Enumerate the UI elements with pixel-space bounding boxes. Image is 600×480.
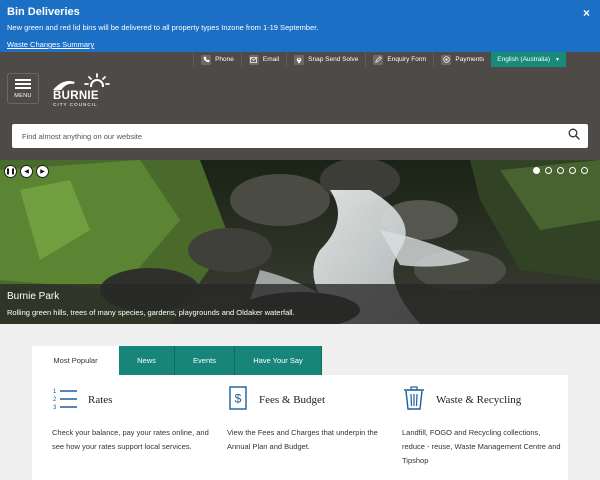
popular-item-text: View the Fees and Charges that underpin … (227, 428, 378, 451)
alert-banner: Bin Deliveries New green and red lid bin… (0, 0, 600, 52)
hero-carousel: ❚❚ ◀ ▶ Burnie Park Rolling green hills, … (0, 160, 600, 324)
svg-text:2: 2 (53, 397, 57, 403)
popular-item-head: 1 2 3 Rates (52, 388, 212, 412)
hamburger-bar (15, 82, 31, 85)
hero-dot[interactable] (581, 167, 588, 174)
previous-icon[interactable]: ◀ (20, 165, 33, 178)
location-pin-icon (294, 54, 305, 65)
bin-icon (402, 385, 426, 415)
tab-most-popular[interactable]: Most Popular (32, 346, 119, 375)
search-input[interactable] (22, 131, 568, 141)
utility-email[interactable]: Email (240, 52, 286, 67)
utility-label: Email (262, 56, 280, 63)
utility-bar: Phone Email Snap Send Solve Enquiry Form… (193, 52, 566, 67)
popular-item-text: Landfill, FOGO and Recycling collections… (402, 428, 561, 465)
council-logo[interactable]: BURNIE CITY COUNCIL (53, 72, 113, 110)
pencil-icon (373, 54, 384, 65)
svg-text:3: 3 (53, 405, 57, 410)
hero-dot[interactable] (557, 167, 564, 174)
utility-enquiry-form[interactable]: Enquiry Form (365, 52, 433, 67)
hero-controls: ❚❚ ◀ ▶ (4, 165, 49, 178)
content-tabs: Most Popular News Events Have Your Say (32, 346, 322, 375)
popular-item-fees-budget[interactable]: $ Fees & Budget View the Fees and Charge… (227, 385, 387, 454)
search-icon[interactable] (568, 127, 580, 145)
utility-phone[interactable]: Phone (193, 52, 241, 67)
popular-item-head: $ Fees & Budget (227, 385, 387, 415)
site-header: Phone Email Snap Send Solve Enquiry Form… (0, 52, 600, 160)
popular-item-title: Rates (88, 394, 113, 406)
menu-button[interactable]: MENU (7, 73, 39, 104)
numbered-list-icon: 1 2 3 (52, 386, 78, 415)
utility-payments[interactable]: Payments (433, 52, 491, 67)
language-label: English (Australia) (497, 56, 551, 63)
hero-pagination (533, 167, 588, 174)
email-icon (248, 54, 259, 65)
hamburger-icon (15, 78, 31, 81)
utility-label: Snap Send Solve (308, 56, 359, 63)
utility-label: Payments (455, 56, 485, 63)
alert-text: New green and red lid bins will be deliv… (7, 23, 319, 32)
logo-subtitle: CITY COUNCIL (53, 103, 98, 108)
hero-dot[interactable] (533, 167, 540, 174)
menu-label: MENU (14, 92, 32, 99)
popular-item-text: Check your balance, pay your rates onlin… (52, 428, 209, 451)
utility-label: Enquiry Form (387, 56, 427, 63)
utility-snap-send-solve[interactable]: Snap Send Solve (286, 52, 365, 67)
tab-events[interactable]: Events (175, 346, 235, 375)
close-icon[interactable]: × (583, 6, 590, 20)
popular-item-title: Fees & Budget (259, 394, 325, 406)
utility-label: Phone (215, 56, 234, 63)
svg-text:$: $ (235, 391, 242, 405)
caret-down-icon: ▼ (555, 56, 560, 63)
popular-item-waste-recycling[interactable]: Waste & Recycling Landfill, FOGO and Rec… (402, 385, 562, 468)
hero-dot[interactable] (569, 167, 576, 174)
logo-name: BURNIE (53, 90, 99, 102)
hero-caption: Burnie Park Rolling green hills, trees o… (0, 284, 600, 324)
search-bar (12, 124, 588, 148)
popular-item-head: Waste & Recycling (402, 385, 562, 415)
svg-text:1: 1 (53, 389, 57, 395)
hero-text: Rolling green hills, trees of many speci… (7, 308, 295, 317)
most-popular-panel: 1 2 3 Rates Check your balance, pay your r… (32, 375, 568, 480)
alert-link[interactable]: Waste Changes Summary (7, 39, 94, 51)
hamburger-bar (15, 86, 31, 89)
phone-icon (201, 54, 212, 65)
dollar-document-icon: $ (227, 385, 249, 415)
tab-news[interactable]: News (119, 346, 175, 375)
tab-have-your-say[interactable]: Have Your Say (235, 346, 322, 375)
popular-item-rates[interactable]: 1 2 3 Rates Check your balance, pay your r… (52, 388, 212, 454)
coins-icon (441, 54, 452, 65)
hero-dot[interactable] (545, 167, 552, 174)
alert-title: Bin Deliveries (7, 6, 80, 18)
logo-sunrise-icon (53, 73, 113, 92)
hero-title[interactable]: Burnie Park (7, 290, 593, 303)
language-select[interactable]: English (Australia) ▼ (491, 52, 566, 67)
next-icon[interactable]: ▶ (36, 165, 49, 178)
popular-item-title: Waste & Recycling (436, 394, 522, 406)
pause-icon[interactable]: ❚❚ (4, 165, 17, 178)
